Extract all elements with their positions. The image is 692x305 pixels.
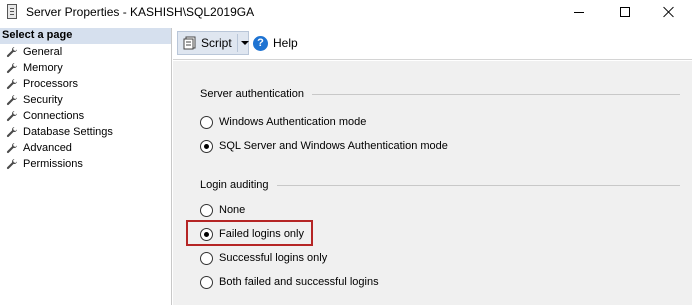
radio-button[interactable] — [200, 139, 213, 153]
script-separator — [237, 34, 238, 52]
page-item-connections[interactable]: Connections — [0, 108, 171, 124]
radio-button[interactable] — [200, 251, 213, 265]
radio-label: None — [219, 204, 246, 216]
page-item-label: Advanced — [23, 142, 72, 154]
page-item-label: General — [23, 46, 63, 58]
security-settings-panel: Server authentication Windows Authentica… — [173, 61, 692, 305]
audit-both-radio[interactable]: Both failed and successful logins — [200, 274, 379, 290]
script-button[interactable]: Script — [177, 31, 249, 55]
page-item-advanced[interactable]: Advanced — [0, 140, 171, 156]
window-title: Server Properties - KASHISH\SQL2019GA — [26, 5, 255, 19]
wrench-icon — [6, 47, 18, 58]
audit-failed-radio[interactable]: Failed logins only — [200, 226, 304, 242]
wrench-icon — [6, 95, 18, 106]
server-authentication-title: Server authentication — [200, 88, 304, 100]
group-divider — [276, 184, 680, 186]
login-auditing-title: Login auditing — [200, 179, 269, 191]
page-item-label: Permissions — [23, 158, 83, 170]
maximize-button[interactable] — [602, 0, 648, 24]
toolbar: Script ? Help — [173, 28, 692, 60]
page-item-label: Connections — [23, 110, 85, 122]
wrench-icon — [6, 111, 18, 122]
maximize-icon — [620, 7, 630, 17]
minimize-button[interactable] — [556, 0, 602, 24]
server-authentication-group: Server authentication — [200, 88, 680, 100]
help-button[interactable]: ? Help — [253, 33, 298, 53]
page-item-label: Memory — [23, 62, 63, 74]
radio-label: Windows Authentication mode — [219, 116, 367, 128]
windows-auth-radio[interactable]: Windows Authentication mode — [200, 114, 366, 130]
radio-label: Failed logins only — [219, 228, 304, 240]
wrench-icon — [6, 143, 18, 154]
close-icon — [663, 6, 675, 18]
chevron-down-icon[interactable] — [241, 41, 249, 45]
wrench-icon — [6, 79, 18, 90]
select-page-pane: Select a page General Memory Processors Sec… — [0, 28, 172, 305]
group-divider — [311, 93, 680, 95]
radio-button[interactable] — [200, 115, 213, 129]
script-icon — [183, 36, 196, 50]
page-item-label: Security — [23, 94, 63, 106]
server-properties-icon — [7, 4, 17, 19]
select-page-header: Select a page — [0, 28, 171, 44]
page-item-memory[interactable]: Memory — [0, 60, 171, 76]
audit-successful-radio[interactable]: Successful logins only — [200, 250, 327, 266]
title-bar: Server Properties - KASHISH\SQL2019GA — [0, 0, 692, 26]
audit-none-radio[interactable]: None — [200, 202, 245, 218]
wrench-icon — [6, 159, 18, 170]
radio-label: SQL Server and Windows Authentication mo… — [219, 140, 448, 152]
radio-button[interactable] — [200, 227, 213, 241]
script-label: Script — [201, 36, 232, 50]
help-label: Help — [273, 36, 298, 50]
wrench-icon — [6, 127, 18, 138]
mixed-auth-radio[interactable]: SQL Server and Windows Authentication mo… — [200, 138, 448, 154]
radio-button[interactable] — [200, 275, 213, 289]
minimize-icon — [574, 11, 584, 13]
page-item-processors[interactable]: Processors — [0, 76, 171, 92]
page-item-label: Database Settings — [23, 126, 113, 138]
wrench-icon — [6, 63, 18, 74]
close-button[interactable] — [646, 0, 692, 24]
login-auditing-group: Login auditing — [200, 179, 680, 191]
page-list: General Memory Processors Security Connectio… — [0, 44, 171, 172]
radio-label: Successful logins only — [219, 252, 328, 264]
help-icon: ? — [253, 35, 268, 51]
page-item-label: Processors — [23, 78, 79, 90]
page-item-database-settings[interactable]: Database Settings — [0, 124, 171, 140]
radio-label: Both failed and successful logins — [219, 276, 379, 288]
radio-button[interactable] — [200, 203, 213, 217]
page-item-permissions[interactable]: Permissions — [0, 156, 171, 172]
page-item-general[interactable]: General — [0, 44, 171, 60]
page-item-security[interactable]: Security — [0, 92, 171, 108]
